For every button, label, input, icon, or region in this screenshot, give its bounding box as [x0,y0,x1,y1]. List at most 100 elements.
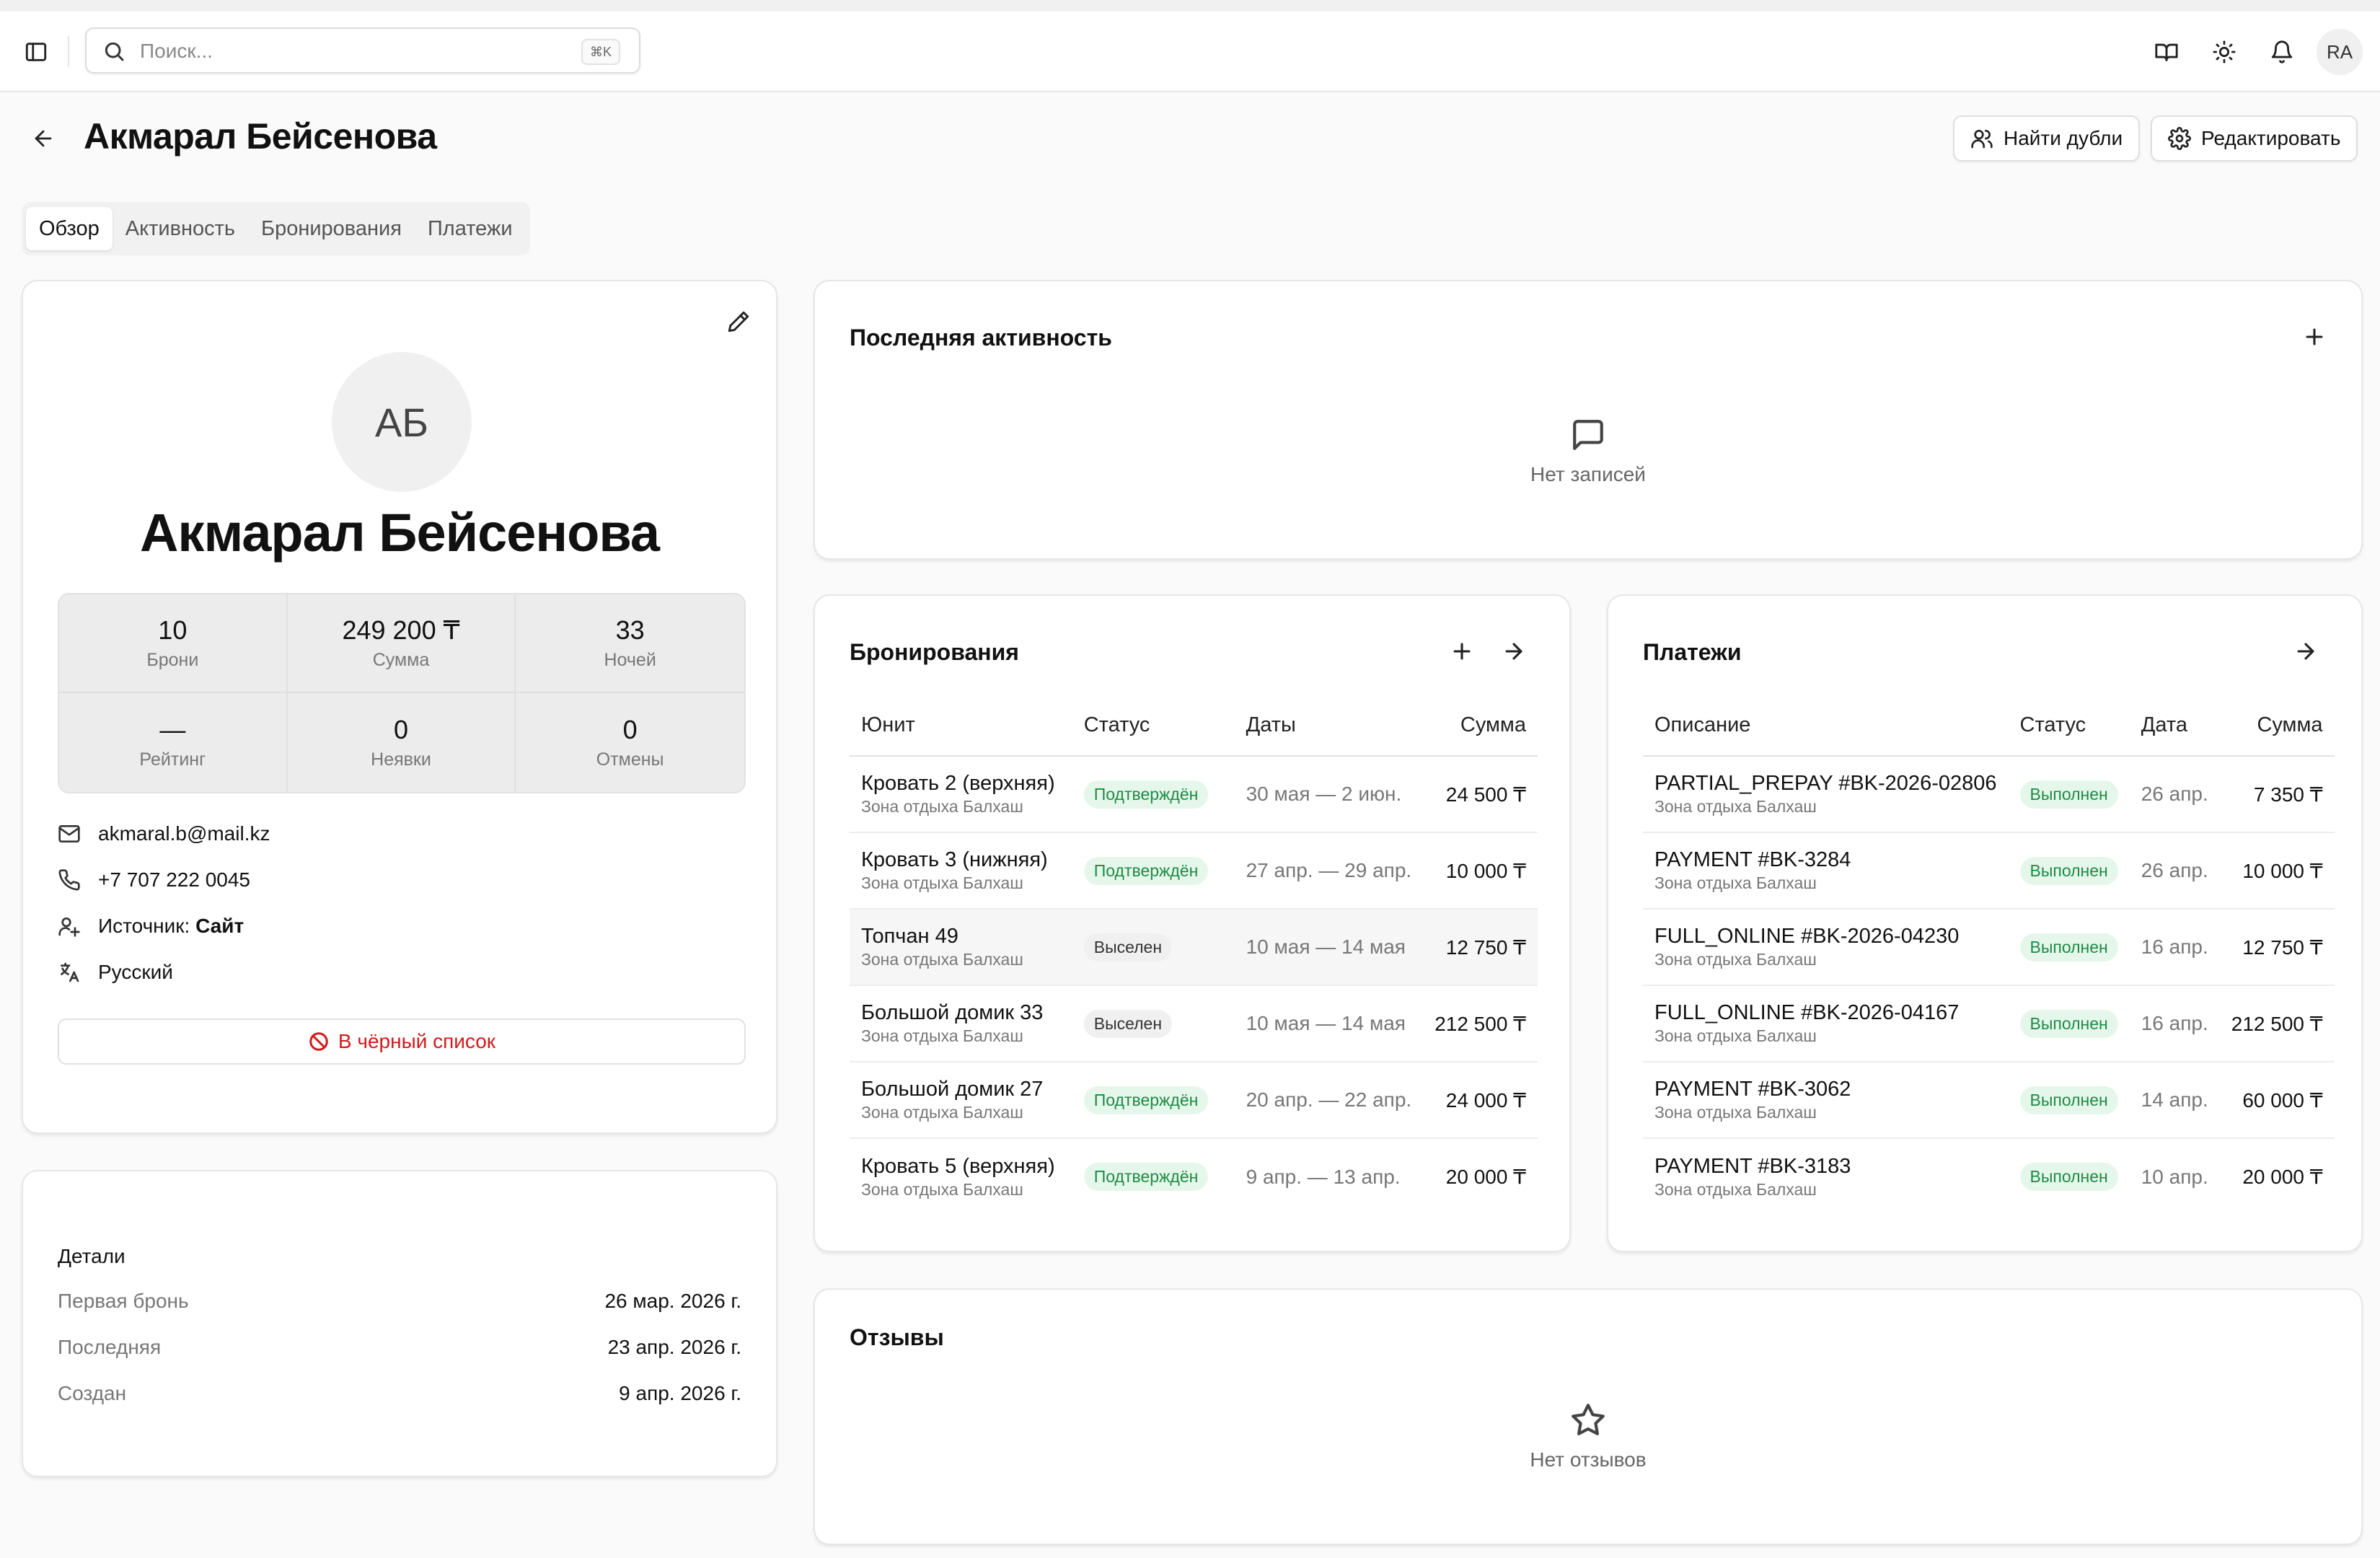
plus-icon[interactable] [1450,639,1474,664]
unit-name: Кровать 2 (верхняя) [861,772,1055,795]
table-row[interactable]: PAYMENT #BK-3062 Зона отдыха Балхаш Выполн… [1643,1062,2335,1139]
user-plus-icon [58,915,81,938]
status-badge: Выполнен [2019,933,2118,961]
mail-icon [58,822,81,845]
column-header: Сумма [1423,695,1538,757]
table-row[interactable]: Большой домик 33 Зона отдыха Балхаш Выселе… [850,985,1538,1062]
arrow-right-icon[interactable] [2293,639,2318,664]
bookings-title: Бронирования [850,639,1019,665]
dates-cell: 30 мая — 2 июн. [1234,756,1424,833]
date-cell: 14 апр. [2129,1062,2220,1139]
arrow-right-icon[interactable] [1502,639,1526,664]
contact-language: Русский [58,961,173,984]
status-badge: Выполнен [2019,1009,2118,1038]
column-header: Статус [1072,695,1235,757]
amount-cell: 60 000 ₸ [2219,1062,2335,1139]
contact-source: Источник: Сайт [58,915,244,938]
payment-description: PAYMENT #BK-3284 [1654,848,1851,871]
search-input[interactable]: Поиск... ⌘K [85,27,640,74]
blacklist-button[interactable]: В чёрный список [58,1018,746,1065]
status-cell: Выполнен [2009,1138,2130,1215]
stat-label: Ночей [604,650,656,670]
phone-text: +7 707 222 0045 [98,868,250,891]
profile-name: Акмарал Бейсенова [139,503,660,563]
contact-phone[interactable]: +7 707 222 0045 [58,868,250,892]
table-row[interactable]: Топчан 49 Зона отдыха Балхаш Выселен 10 мая… [850,909,1538,986]
table-row[interactable]: Кровать 2 (верхняя) Зона отдыха Балхаш Под… [850,756,1538,833]
payment-description: PAYMENT #BK-3183 [1654,1154,1851,1178]
search-shortcut-badge: ⌘K [581,39,620,65]
sidebar-toggle-icon[interactable] [22,38,50,66]
payment-place: Зона отдыха Балхаш [1654,1179,1817,1199]
stat-label: Сумма [372,650,430,670]
user-avatar[interactable]: RA [2317,29,2363,75]
payment-place: Зона отдыха Балхаш [1654,873,1817,892]
date-cell: 26 апр. [2129,756,2220,833]
tab-bar: Обзор Активность Бронирования Платежи [22,202,530,255]
sun-icon[interactable] [2210,38,2239,66]
arrow-left-icon[interactable] [29,124,58,153]
status-cell: Выселен [1072,909,1235,986]
plus-icon[interactable] [2302,325,2327,349]
tab-bookings[interactable]: Бронирования [248,207,415,250]
find-duplicates-button[interactable]: Найти дубли [1953,115,2141,162]
table-row[interactable]: PARTIAL_PREPAY #BK-2026-02806 Зона отдыха… [1643,756,2335,833]
detail-label: Создан [58,1382,127,1404]
date-cell: 16 апр. [2129,985,2220,1062]
table-row[interactable]: Кровать 3 (нижняя) Зона отдыха Балхаш Подт… [850,832,1538,910]
payment-description: FULL_ONLINE #BK-2026-04167 [1654,1001,1960,1024]
unit-name: Большой домик 33 [861,1001,1044,1024]
amount-cell: 24 000 ₸ [1423,1062,1538,1139]
blacklist-label: В чёрный список [338,1030,496,1052]
tab-payments[interactable]: Платежи [415,207,526,250]
tab-overview[interactable]: Обзор [26,207,113,250]
pencil-icon[interactable] [724,307,753,336]
status-badge: Выполнен [2019,856,2118,885]
payment-place: Зона отдыха Балхаш [1654,797,1817,816]
language-text: Русский [98,961,173,983]
description-cell: PAYMENT #BK-3284 Зона отдыха Балхаш [1643,832,2009,910]
date-cell: 16 апр. [2129,909,2220,986]
amount-cell: 10 000 ₸ [2219,832,2335,910]
book-icon[interactable] [2152,38,2181,66]
column-header: Описание [1643,695,2009,757]
amount-cell: 12 750 ₸ [2219,909,2335,986]
profile-card: АБ Акмарал Бейсенова 10 Брони 249 200 ₸ Су… [22,280,777,1134]
table-row[interactable]: Большой домик 27 Зона отдыха Балхаш Подтве… [850,1062,1538,1139]
payment-description: FULL_ONLINE #BK-2026-04230 [1654,925,1960,948]
stat-bookings: 10 Брони [59,594,288,693]
table-row[interactable]: PAYMENT #BK-3183 Зона отдыха Балхаш Выполн… [1643,1138,2335,1215]
status-cell: Подтверждён [1072,832,1235,910]
status-badge: Подтверждён [1083,780,1209,809]
amount-cell: 20 000 ₸ [2242,1166,2323,1188]
table-row[interactable]: Кровать 5 (верхняя) Зона отдыха Балхаш Под… [850,1138,1538,1215]
stat-value: 33 [615,615,645,645]
edit-label: Редактировать [2201,127,2341,149]
unit-cell: Кровать 5 (верхняя) Зона отдыха Балхаш [850,1138,1072,1215]
top-bar: Поиск... ⌘K RA [0,12,2380,92]
window-top-band [0,0,2380,12]
tab-activity[interactable]: Активность [113,207,248,250]
amount-cell: 12 750 ₸ [1423,909,1538,986]
details-card: Детали Первая бронь 26 мар. 2026 г. После… [22,1170,777,1477]
status-cell: Выполнен [2008,832,2130,910]
contact-email[interactable]: akmaral.b@mail.kz [58,822,270,845]
activity-card: Последняя активность Нет записей [814,280,2363,560]
date-cell: 10 апр. [2141,1165,2208,1188]
stat-total: 249 200 ₸ Сумма [287,594,516,693]
table-row[interactable]: PAYMENT #BK-3284 Зона отдыха Балхаш Выполн… [1643,832,2335,910]
stat-no-shows: 0 Неявки [288,693,516,792]
stat-rating: — Рейтинг [59,693,288,792]
stats-grid: 10 Брони 249 200 ₸ Сумма 33 Ночей — Рейтинг … [58,593,746,793]
description-cell: PAYMENT #BK-3062 Зона отдыха Балхаш [1643,1062,2009,1139]
bell-icon[interactable] [2267,38,2296,66]
table-row[interactable]: FULL_ONLINE #BK-2026-04230 Зона отдыха Ба… [1643,909,2335,986]
gear-icon [2168,127,2191,150]
table-row[interactable]: FULL_ONLINE #BK-2026-04167 Зона отдыха Ба… [1643,985,2335,1062]
payment-place: Зона отдыха Балхаш [1654,1026,1817,1045]
star-icon [815,1402,2361,1438]
details-title: Детали [58,1245,125,1267]
edit-button[interactable]: Редактировать [2151,115,2358,162]
dates-cell: 10 мая — 14 мая [1234,985,1424,1062]
phone-icon [58,868,81,892]
